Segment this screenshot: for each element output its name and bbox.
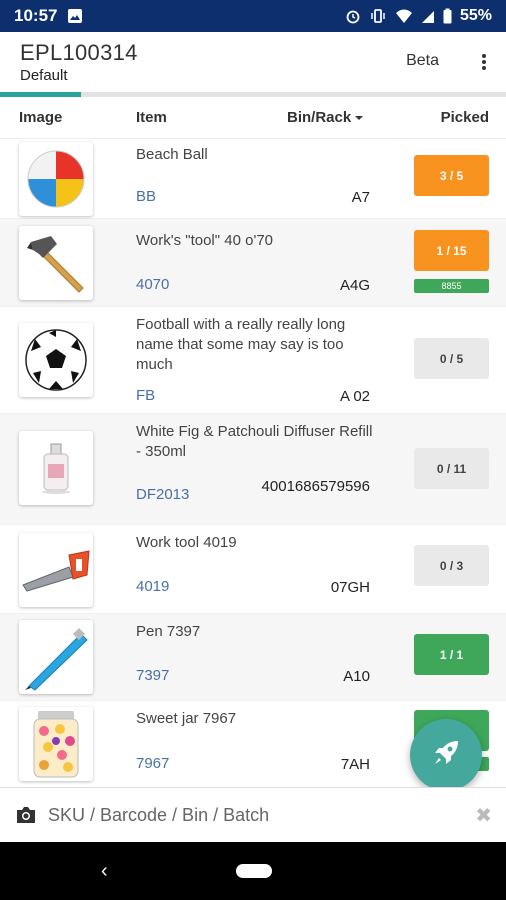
signal-icon: [421, 8, 435, 24]
sort-caret-icon: [355, 115, 364, 120]
picked-count-button[interactable]: 1 / 15: [414, 230, 489, 271]
picked-count-button[interactable]: 3 / 5: [414, 155, 489, 196]
item-bin: A 02: [339, 388, 370, 405]
app-bar: EPL100314 Default Beta: [0, 32, 506, 92]
item-sku[interactable]: 7397: [136, 667, 169, 684]
column-header-image: Image: [19, 109, 63, 126]
sweet-jar-icon: [19, 707, 93, 781]
item-bin: 7AH: [340, 756, 370, 773]
list-item[interactable]: Pen 7397 7397 A10 1 / 1: [0, 614, 506, 701]
item-sku[interactable]: BB: [136, 188, 156, 205]
clear-search-icon[interactable]: ✖: [475, 803, 492, 828]
item-bin: 4001686579596: [261, 478, 370, 495]
saw-icon: [19, 533, 93, 607]
rocket-fab-button[interactable]: [410, 719, 482, 791]
item-name: White Fig & Patchouli Diffuser Refill - …: [136, 423, 373, 460]
football-icon: [19, 323, 93, 397]
item-name: Beach Ball: [136, 146, 208, 163]
item-bin: 07GH: [330, 579, 370, 596]
image-notification-icon: [67, 8, 83, 24]
item-bin: A7: [351, 189, 370, 206]
wifi-icon: [395, 8, 413, 24]
picked-count-button[interactable]: 1 / 1: [414, 634, 489, 675]
battery-icon: [443, 8, 452, 24]
alarm-icon: [345, 8, 361, 24]
more-options-icon[interactable]: [479, 50, 489, 74]
list-item[interactable]: Football with a really really long name …: [0, 307, 506, 414]
rocket-icon: [431, 738, 461, 773]
item-name: Work's "tool" 40 o'70: [136, 232, 273, 249]
item-sku[interactable]: FB: [136, 387, 155, 404]
list-item[interactable]: White Fig & Patchouli Diffuser Refill - …: [0, 414, 506, 525]
item-sku[interactable]: 4070: [136, 276, 169, 293]
camera-icon[interactable]: [15, 805, 37, 830]
item-sku[interactable]: 7967: [136, 755, 169, 772]
list-item[interactable]: Beach Ball BB A7 3 / 5: [0, 139, 506, 219]
battery-level: 55%: [459, 7, 492, 24]
item-sku[interactable]: 4019: [136, 578, 169, 595]
system-navigation-bar: ‹: [0, 842, 506, 900]
pen-icon: [19, 620, 93, 694]
item-bin: A10: [343, 668, 370, 685]
item-name: Pen 7397: [136, 623, 201, 640]
column-headers: Image Item Bin/Rack Picked: [0, 97, 506, 139]
beach-ball-icon: [19, 142, 93, 216]
item-name: Sweet jar 7967: [136, 710, 237, 727]
picked-count-button[interactable]: 0 / 5: [414, 338, 489, 379]
status-bar: 10:57 55%: [0, 0, 506, 32]
column-header-bin-rack[interactable]: Bin/Rack: [287, 109, 364, 126]
column-header-picked[interactable]: Picked: [441, 109, 489, 126]
diffuser-bottle-icon: [19, 431, 93, 505]
page-subtitle: Default: [20, 67, 68, 84]
item-sku[interactable]: DF2013: [136, 486, 189, 503]
picked-count-button[interactable]: 0 / 11: [414, 448, 489, 489]
list-item[interactable]: Work's "tool" 40 o'70 4070 A4G 1 / 15 88…: [0, 219, 506, 307]
hammer-icon: [19, 226, 93, 300]
status-time: 10:57: [14, 6, 58, 25]
search-input[interactable]: [48, 798, 448, 832]
home-pill-icon[interactable]: [236, 864, 272, 878]
back-icon[interactable]: ‹: [101, 860, 108, 883]
beta-button[interactable]: Beta: [406, 52, 439, 70]
item-name: Work tool 4019: [136, 534, 237, 551]
search-bar: ✖: [0, 787, 506, 842]
column-header-item[interactable]: Item: [136, 109, 167, 126]
vibrate-icon: [369, 8, 387, 24]
picked-count-button[interactable]: 0 / 3: [414, 545, 489, 586]
batch-badge: 8855: [414, 279, 489, 293]
item-name: Football with a really really long name …: [136, 316, 346, 373]
list-item[interactable]: Work tool 4019 4019 07GH 0 / 3: [0, 525, 506, 614]
page-title: EPL100314: [20, 40, 138, 65]
item-bin: A4G: [339, 277, 370, 294]
